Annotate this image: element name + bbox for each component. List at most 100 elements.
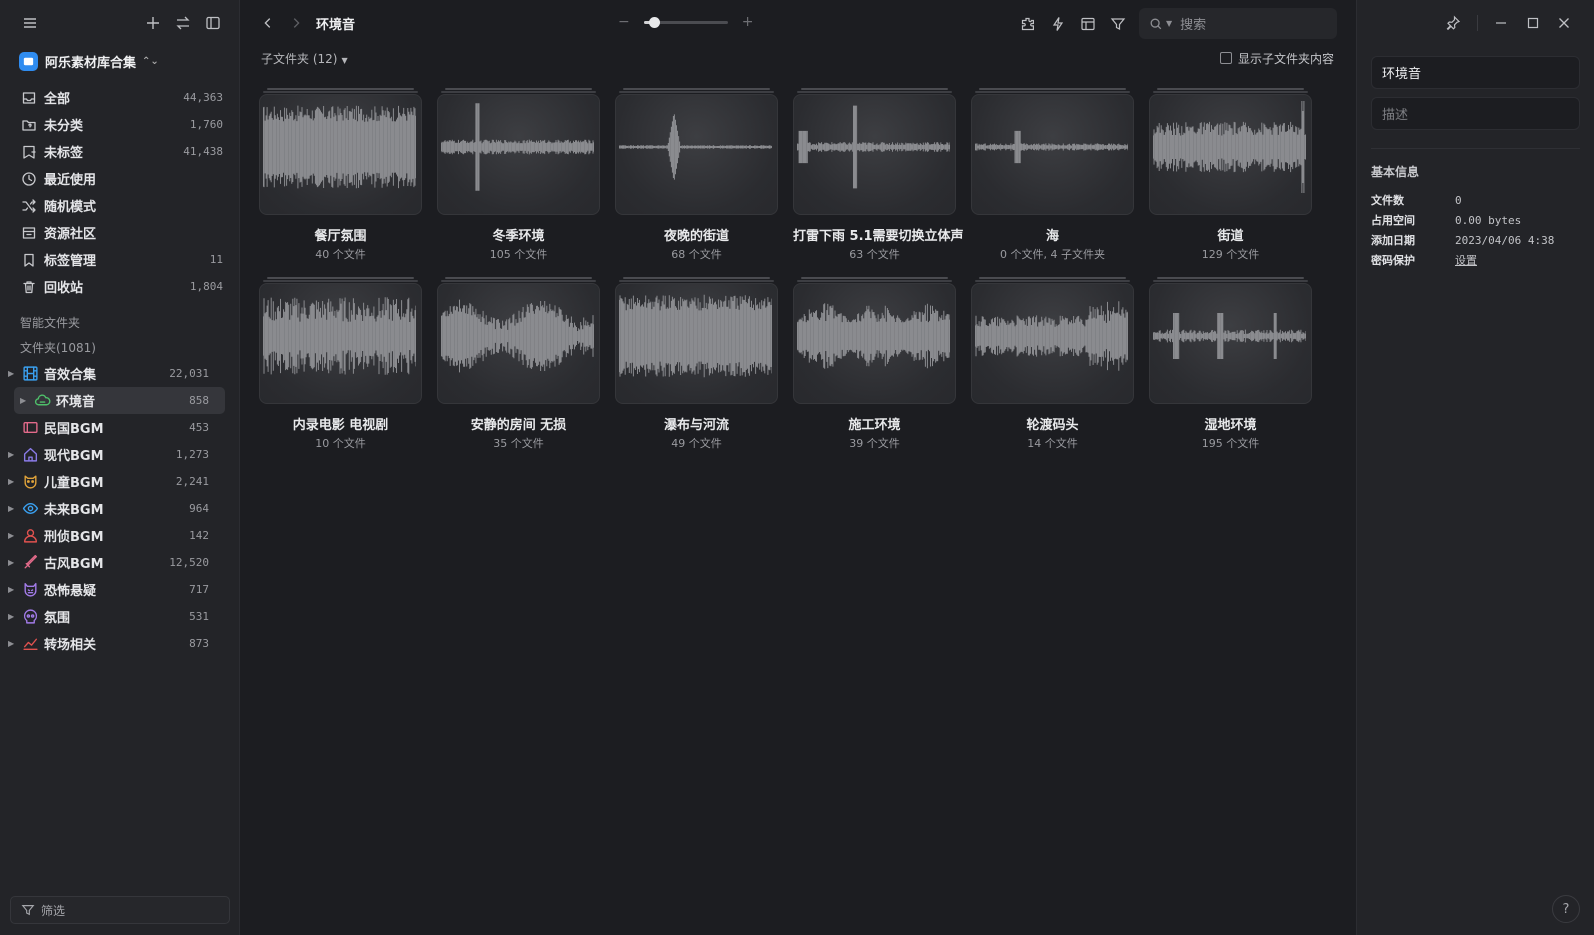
folder-card[interactable]: 内录电影 电视剧 10 个文件 [259,274,422,450]
layout-icon[interactable] [1076,12,1100,36]
folder-item-2[interactable]: 民国BGM 453 [0,414,225,441]
folder-thumbnail[interactable] [1149,274,1312,404]
folder-item-9[interactable]: ▶ 氛围 531 [0,603,225,630]
zoom-slider-handle[interactable] [648,16,660,28]
expand-triangle-icon[interactable]: ▶ [8,585,20,594]
chevron-down-icon[interactable]: ▼ [1166,19,1172,28]
folder-description-field[interactable]: 描述 [1371,97,1580,130]
library-switcher[interactable]: 阿乐素材库合集 ⌃⌄ [0,46,239,76]
add-icon[interactable] [141,11,165,35]
filter-toggle-icon[interactable] [1106,12,1130,36]
search-icon [1150,18,1162,29]
zoom-slider[interactable] [643,16,728,28]
forward-icon[interactable] [286,16,306,30]
folder-thumbnail[interactable] [259,274,422,404]
zoom-out-icon[interactable]: − [618,14,630,30]
folder-card[interactable]: 打雷下雨 5.1需要切换立体声 63 个文件 [793,85,964,261]
swap-icon[interactable] [171,11,195,35]
folder-card[interactable]: 湿地环境 195 个文件 [1149,274,1312,450]
folder-thumbnail[interactable] [437,85,600,215]
expand-triangle-icon[interactable]: ▶ [8,531,20,540]
expand-triangle-icon[interactable]: ▶ [8,639,20,648]
folder-thumbnail[interactable] [971,85,1134,215]
sidebar-toggle-icon[interactable] [201,11,225,35]
help-button[interactable]: ? [1552,895,1580,923]
subfolders-dropdown[interactable]: 子文件夹 (12) ▼ [261,50,348,67]
expand-triangle-icon[interactable]: ▶ [8,612,20,621]
nav-item-label: 最近使用 [44,173,97,188]
folder-card-name: 内录电影 电视剧 [292,418,389,433]
nav-item-count: 1,804 [189,280,223,293]
folder-thumbnail[interactable] [615,85,778,215]
nav-item-4[interactable]: 随机模式 [0,192,239,219]
expand-triangle-icon[interactable]: ▶ [20,396,32,405]
divider [1371,148,1580,149]
folders-label[interactable]: 文件夹(1081) [0,335,239,360]
folder-item-4[interactable]: ▶ 儿童BGM 2,241 [0,468,225,495]
zoom-in-icon[interactable]: + [742,14,754,30]
maximize-icon[interactable] [1517,11,1549,35]
pin-icon[interactable] [1437,11,1469,35]
plugin-icon[interactable] [1016,12,1040,36]
main-content: 环境音 − + ▼ 搜索 子文件夹 (12) ▼ 显示子文件夹内容 餐厅氛围 4… [240,0,1356,935]
minimize-icon[interactable] [1485,11,1517,35]
expand-triangle-icon[interactable]: ▶ [8,369,20,378]
nav-item-6[interactable]: 标签管理 11 [0,246,239,273]
folder-thumbnail[interactable] [793,274,956,404]
folder-item-0[interactable]: ▶ 音效合集 22,031 [0,360,225,387]
folder-thumbnail[interactable] [971,274,1134,404]
expand-triangle-icon[interactable]: ▶ [8,558,20,567]
folder-card[interactable]: 瀑布与河流 49 个文件 [615,274,778,450]
menu-icon[interactable] [18,11,42,35]
search-input[interactable]: ▼ 搜索 [1139,8,1337,39]
nav-item-3[interactable]: 最近使用 [0,165,239,192]
folder-card[interactable]: 夜晚的街道 68 个文件 [615,85,778,261]
back-icon[interactable] [258,16,278,30]
folder-thumbnail[interactable] [793,85,956,215]
folder-item-1[interactable]: ▶ 环境音 858 [14,387,225,414]
folder-card[interactable]: 轮渡码头 14 个文件 [971,274,1134,450]
filter-button[interactable]: 筛选 [10,896,230,924]
nav-item-7[interactable]: 回收站 1,804 [0,273,239,300]
folder-thumbnail[interactable] [615,274,778,404]
folder-item-7[interactable]: ▶ 古风BGM 12,520 [0,549,225,576]
devil-icon [20,580,40,600]
folder-card[interactable]: 安静的房间 无损 35 个文件 [437,274,600,450]
nav-item-0[interactable]: 全部 44,363 [0,84,239,111]
folder-item-10[interactable]: ▶ 转场相关 873 [0,630,225,657]
folder-item-count: 717 [189,583,209,596]
folder-item-6[interactable]: ▶ 刑侦BGM 142 [0,522,225,549]
nav-item-1[interactable]: 未分类 1,760 [0,111,239,138]
folder-item-3[interactable]: ▶ 现代BGM 1,273 [0,441,225,468]
folder-card-meta: 195 个文件 [1201,437,1260,450]
folder-card-name: 街道 [1217,229,1244,244]
expand-triangle-icon[interactable]: ▶ [8,504,20,513]
expand-triangle-icon[interactable]: ▶ [8,477,20,486]
breadcrumb: 环境音 [316,17,356,33]
folder-card[interactable]: 施工环境 39 个文件 [793,274,956,450]
password-set-link[interactable]: 设置 [1455,252,1477,268]
lightning-icon[interactable] [1046,12,1070,36]
folder-thumbnail[interactable] [437,274,600,404]
folder-thumbnail[interactable] [259,85,422,215]
folder-card[interactable]: 街道 129 个文件 [1149,85,1312,261]
folder-item-8[interactable]: ▶ 恐怖悬疑 717 [0,576,225,603]
show-subfolder-checkbox[interactable] [1219,52,1232,64]
nav-item-label: 标签管理 [44,254,97,269]
folder-card[interactable]: 餐厅氛围 40 个文件 [259,85,422,261]
expand-triangle-icon[interactable]: ▶ [8,450,20,459]
smart-folders-label[interactable]: 智能文件夹 [0,310,239,335]
folder-card-meta: 39 个文件 [849,437,900,450]
nav-item-5[interactable]: 资源社区 [0,219,239,246]
folder-item-count: 964 [189,502,209,515]
waveform-preview [1153,101,1306,193]
folder-item-label: 儿童BGM [44,476,104,491]
folder-item-5[interactable]: ▶ 未来BGM 964 [0,495,225,522]
close-icon[interactable] [1548,11,1580,35]
folder-card[interactable]: 海 0 个文件, 4 子文件夹 [971,85,1134,261]
folder-thumbnail[interactable] [1149,85,1312,215]
nav-item-2[interactable]: 未标签 41,438 [0,138,239,165]
folder-card-name: 夜晚的街道 [663,229,729,244]
folder-title-field[interactable]: 环境音 [1371,56,1580,89]
folder-card[interactable]: 冬季环境 105 个文件 [437,85,600,261]
